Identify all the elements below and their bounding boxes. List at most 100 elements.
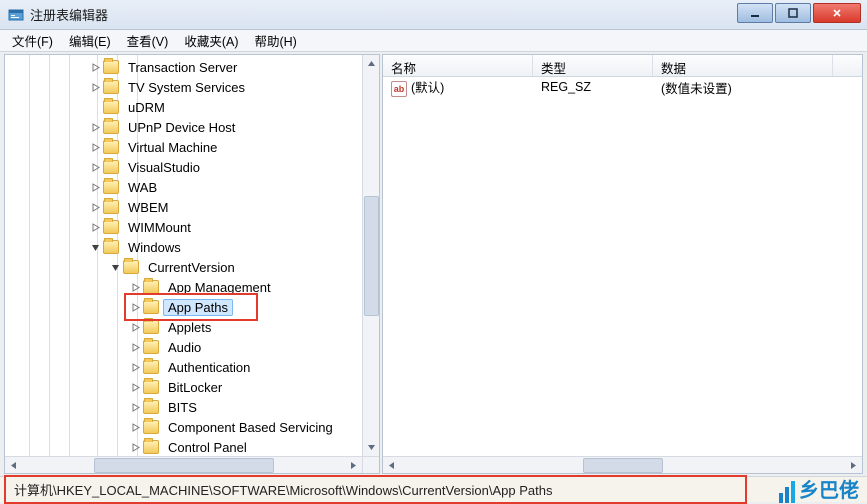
tree-item[interactable]: App Management: [5, 277, 379, 297]
expander-closed-icon[interactable]: [89, 181, 101, 193]
menu-help[interactable]: 帮助(H): [246, 29, 304, 52]
folder-icon: [103, 140, 119, 154]
folder-icon: [143, 280, 159, 294]
window-controls: [737, 3, 861, 23]
tree-item-label: BITS: [163, 399, 202, 416]
expander-closed-icon[interactable]: [89, 121, 101, 133]
tree-item-label: UPnP Device Host: [123, 119, 240, 136]
folder-icon: [123, 260, 139, 274]
expander-closed-icon[interactable]: [129, 341, 141, 353]
tree-vertical-scrollbar[interactable]: [362, 55, 379, 456]
folder-icon: [103, 240, 119, 254]
minimize-button[interactable]: [737, 3, 773, 23]
col-name[interactable]: 名称: [383, 55, 533, 76]
tree-item[interactable]: BITS: [5, 397, 379, 417]
scroll-thumb[interactable]: [364, 196, 379, 316]
tree-item[interactable]: Transaction Server: [5, 57, 379, 77]
close-button[interactable]: [813, 3, 861, 23]
expander-closed-icon[interactable]: [129, 421, 141, 433]
list-row[interactable]: ab(默认)REG_SZ(数值未设置): [383, 77, 862, 97]
folder-icon: [143, 420, 159, 434]
tree-item[interactable]: WIMMount: [5, 217, 379, 237]
tree-item[interactable]: WAB: [5, 177, 379, 197]
expander-closed-icon[interactable]: [89, 221, 101, 233]
expander-open-icon[interactable]: [109, 261, 121, 273]
folder-icon: [103, 120, 119, 134]
folder-icon: [103, 60, 119, 74]
titlebar: 注册表编辑器: [0, 0, 867, 30]
tree-item-label: Virtual Machine: [123, 139, 222, 156]
scroll-right-button[interactable]: [345, 457, 362, 474]
tree-item[interactable]: VisualStudio: [5, 157, 379, 177]
menu-favorites[interactable]: 收藏夹(A): [176, 29, 246, 52]
tree-pane[interactable]: Transaction Server TV System ServicesuDRM…: [4, 54, 380, 474]
expander-closed-icon[interactable]: [89, 161, 101, 173]
tree-item[interactable]: TV System Services: [5, 77, 379, 97]
expander-closed-icon[interactable]: [89, 81, 101, 93]
scroll-left-button[interactable]: [5, 457, 22, 474]
content-area: Transaction Server TV System ServicesuDRM…: [0, 52, 867, 476]
tree-item[interactable]: UPnP Device Host: [5, 117, 379, 137]
cell-type: REG_SZ: [533, 80, 653, 94]
scroll-right-button[interactable]: [845, 457, 862, 474]
maximize-button[interactable]: [775, 3, 811, 23]
scroll-down-button[interactable]: [363, 439, 380, 456]
tree-item[interactable]: Authentication: [5, 357, 379, 377]
scroll-left-button[interactable]: [383, 457, 400, 474]
tree-item[interactable]: Windows: [5, 237, 379, 257]
folder-icon: [103, 100, 119, 114]
folder-icon: [143, 320, 159, 334]
scroll-thumb[interactable]: [583, 458, 663, 473]
scroll-up-button[interactable]: [363, 55, 380, 72]
tree-item[interactable]: Virtual Machine: [5, 137, 379, 157]
expander-closed-icon[interactable]: [129, 281, 141, 293]
list-pane[interactable]: 名称 类型 数据 ab(默认)REG_SZ(数值未设置): [382, 54, 863, 474]
expander-closed-icon[interactable]: [129, 301, 141, 313]
scroll-thumb[interactable]: [94, 458, 274, 473]
tree-item[interactable]: Applets: [5, 317, 379, 337]
col-data[interactable]: 数据: [653, 55, 833, 76]
tree-item-label: VisualStudio: [123, 159, 205, 176]
folder-icon: [143, 300, 159, 314]
tree-item[interactable]: uDRM: [5, 97, 379, 117]
tree-horizontal-scrollbar[interactable]: [5, 456, 362, 473]
tree-item[interactable]: BitLocker: [5, 377, 379, 397]
tree-item-label: Audio: [163, 339, 206, 356]
tree-item-label: TV System Services: [123, 79, 250, 96]
tree-item-label: WAB: [123, 179, 162, 196]
tree-item[interactable]: CurrentVersion: [5, 257, 379, 277]
tree-item[interactable]: Control Panel: [5, 437, 379, 457]
tree-item[interactable]: WBEM: [5, 197, 379, 217]
expander-closed-icon[interactable]: [89, 141, 101, 153]
expander-closed-icon[interactable]: [89, 61, 101, 73]
expander-closed-icon[interactable]: [129, 361, 141, 373]
folder-icon: [103, 80, 119, 94]
expander-closed-icon[interactable]: [89, 201, 101, 213]
window-title: 注册表编辑器: [30, 5, 108, 24]
expander-closed-icon[interactable]: [129, 401, 141, 413]
folder-icon: [143, 340, 159, 354]
folder-icon: [143, 440, 159, 454]
expander-closed-icon[interactable]: [129, 381, 141, 393]
menu-view[interactable]: 查看(V): [119, 29, 177, 52]
registry-tree: Transaction Server TV System ServicesuDRM…: [5, 55, 379, 474]
expander-closed-icon[interactable]: [129, 441, 141, 453]
tree-item[interactable]: Audio: [5, 337, 379, 357]
list-horizontal-scrollbar[interactable]: [383, 456, 862, 473]
expander-open-icon[interactable]: [89, 241, 101, 253]
tree-item[interactable]: Component Based Servicing: [5, 417, 379, 437]
menu-edit[interactable]: 编辑(E): [61, 29, 119, 52]
col-type[interactable]: 类型: [533, 55, 653, 76]
folder-icon: [103, 160, 119, 174]
menu-file[interactable]: 文件(F): [4, 29, 61, 52]
scroll-track[interactable]: [400, 457, 845, 473]
folder-icon: [103, 200, 119, 214]
expander-none: [89, 101, 101, 113]
expander-closed-icon[interactable]: [129, 321, 141, 333]
list-body: ab(默认)REG_SZ(数值未设置): [383, 77, 862, 473]
tree-item-label: App Paths: [163, 299, 233, 316]
scroll-track[interactable]: [22, 457, 345, 473]
scroll-track[interactable]: [363, 72, 379, 439]
tree-item[interactable]: App Paths: [5, 297, 379, 317]
tree-item-label: Transaction Server: [123, 59, 242, 76]
